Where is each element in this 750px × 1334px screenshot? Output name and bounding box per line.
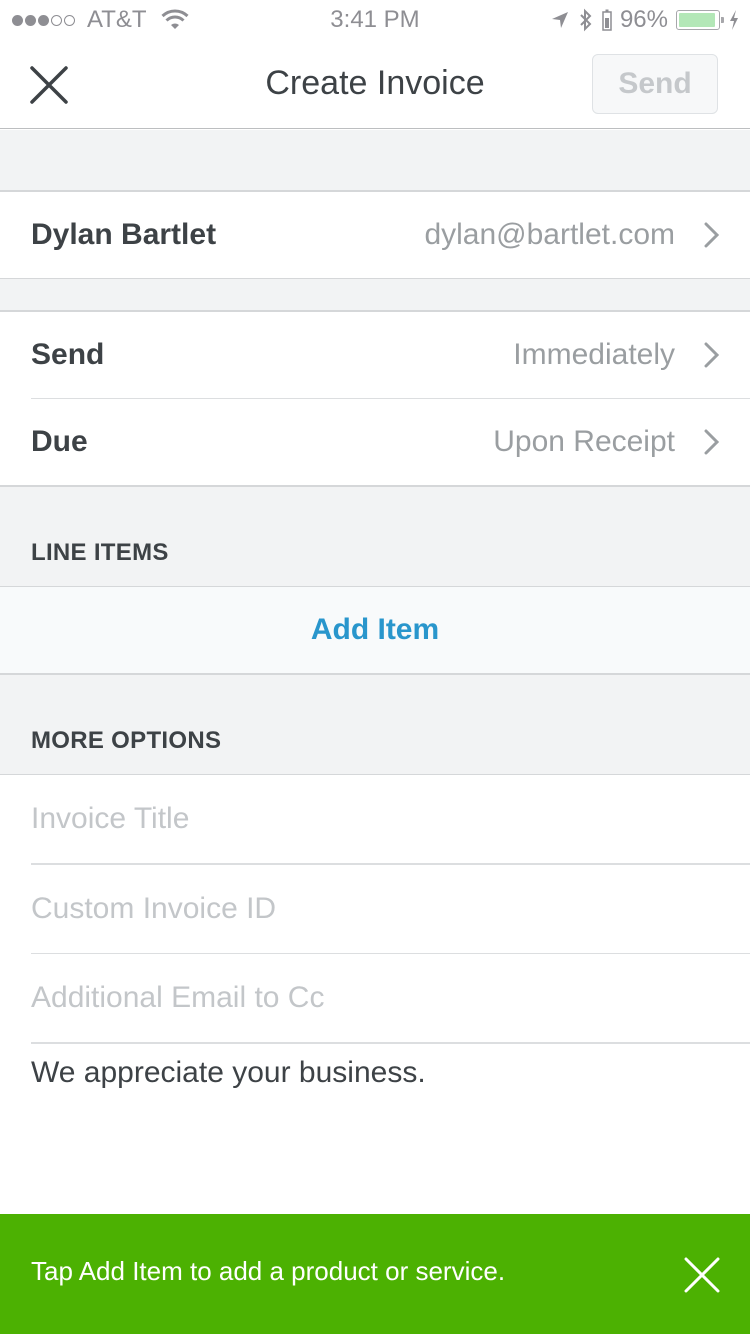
nav-bar: Create Invoice Send: [0, 40, 750, 129]
send-label: Send: [31, 337, 105, 371]
customer-name: Dylan Bartlet: [31, 217, 217, 251]
battery-icon: [676, 10, 724, 30]
bolt-icon: [730, 10, 738, 30]
send-value: Immediately: [513, 337, 675, 371]
add-item-button[interactable]: Add Item: [0, 587, 750, 673]
line-items-header: LINE ITEMS: [0, 486, 750, 586]
close-icon[interactable]: [684, 1257, 720, 1293]
cc-email-field[interactable]: [0, 954, 750, 1042]
chevron-right-icon: [704, 222, 720, 247]
hint-banner: Tap Add Item to add a product or service…: [0, 1214, 750, 1334]
custom-invoice-id-field[interactable]: [0, 864, 750, 953]
line-items-title: LINE ITEMS: [31, 538, 169, 566]
custom-invoice-id-input[interactable]: [31, 891, 730, 926]
send-schedule-row[interactable]: Send Immediately: [0, 311, 750, 398]
section-spacer: [0, 279, 750, 310]
chevron-right-icon: [704, 342, 720, 367]
invoice-message-textarea[interactable]: We appreciate your business.: [31, 1056, 730, 1090]
bluetooth-battery-icon: [602, 9, 612, 31]
cc-email-input[interactable]: [31, 981, 730, 1015]
customer-email: dylan@bartlet.com: [424, 217, 675, 251]
status-bar: AT&T 3:41 PM 96%: [0, 0, 750, 40]
due-value: Upon Receipt: [493, 425, 675, 458]
chevron-right-icon: [704, 429, 720, 455]
battery-level: [679, 13, 716, 27]
invoice-title-input[interactable]: [31, 802, 730, 836]
battery-percent: 96%: [619, 6, 668, 33]
location-arrow-icon: [551, 12, 568, 28]
due-label: Due: [31, 425, 88, 458]
hint-message: Tap Add Item to add a product or service…: [31, 1256, 506, 1286]
bluetooth-icon: [580, 8, 592, 32]
invoice-title-field[interactable]: [0, 775, 750, 863]
more-options-title: MORE OPTIONS: [31, 726, 222, 754]
due-row[interactable]: Due Upon Receipt: [0, 399, 750, 485]
customer-row[interactable]: Dylan Bartlet dylan@bartlet.com: [0, 191, 750, 278]
more-options-header: MORE OPTIONS: [0, 674, 750, 774]
section-spacer: [0, 130, 750, 190]
send-button[interactable]: Send: [592, 54, 718, 114]
